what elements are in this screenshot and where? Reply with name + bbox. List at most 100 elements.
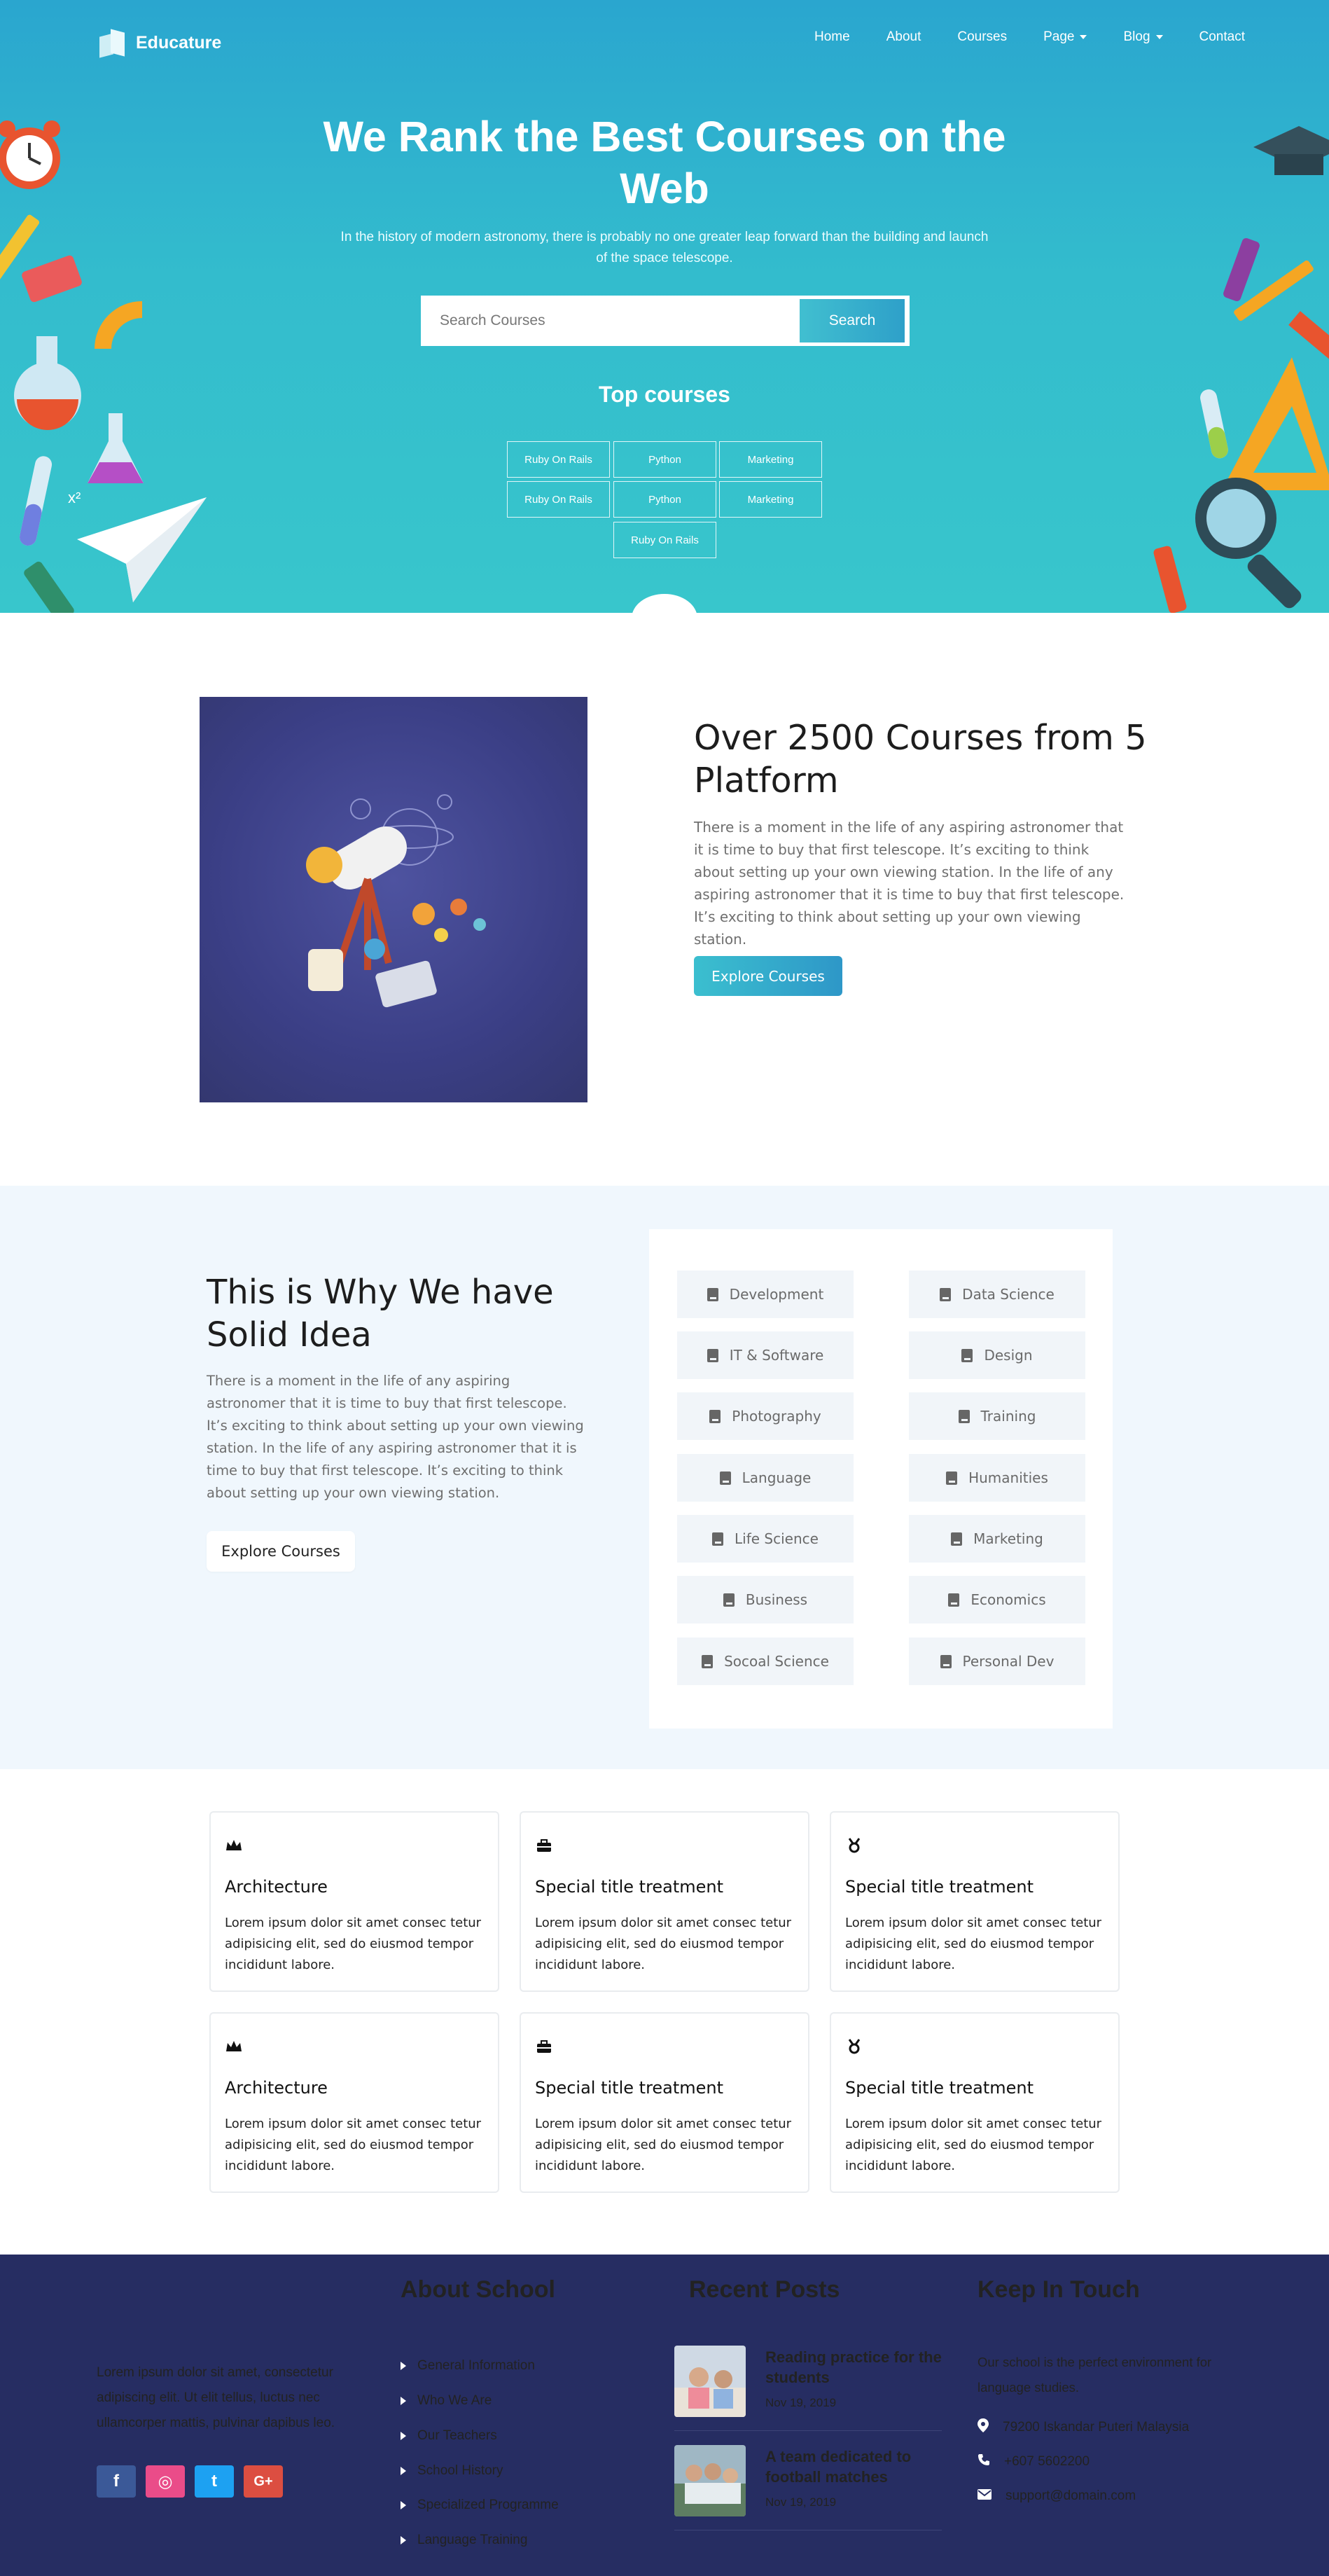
phone-icon: [977, 2453, 990, 2470]
footer-link-label: Our Teachers: [417, 2428, 497, 2443]
feature-card[interactable]: Special title treatment Lorem ipsum dolo…: [520, 1811, 809, 1992]
book-icon: [961, 1348, 973, 1362]
briefcase-icon: [535, 2039, 553, 2054]
book-icon: [723, 1593, 735, 1607]
category-item[interactable]: Life Science: [677, 1515, 854, 1563]
category-item[interactable]: Design: [909, 1331, 1085, 1379]
nav-about[interactable]: About: [886, 29, 921, 45]
book-icon: [702, 1654, 714, 1668]
feature-card[interactable]: Architecture Lorem ipsum dolor sit amet …: [209, 2012, 499, 2193]
course-chip[interactable]: Ruby On Rails: [507, 441, 610, 478]
feature-card[interactable]: Special title treatment Lorem ipsum dolo…: [520, 2012, 809, 2193]
explore-courses-button-secondary[interactable]: Explore Courses: [207, 1531, 355, 1572]
hero-title: We Rank the Best Courses on the Web: [323, 113, 1006, 212]
book-icon: [940, 1654, 952, 1668]
explore-courses-button[interactable]: Explore Courses: [694, 956, 842, 996]
feature-card[interactable]: Architecture Lorem ipsum dolor sit amet …: [209, 1811, 499, 1992]
address-text: 79200 Iskandar Puteri Malaysia: [1003, 2420, 1190, 2435]
nav-page-label: Page: [1043, 29, 1075, 44]
caret-right-icon: [401, 2467, 406, 2475]
twitter-icon[interactable]: t: [195, 2465, 234, 2498]
test-tube-icon: [11, 453, 59, 555]
contact-address: 79200 Iskandar Puteri Malaysia: [977, 2418, 1189, 2437]
alarm-clock-icon: [0, 119, 66, 192]
course-chip[interactable]: Ruby On Rails: [613, 522, 716, 558]
card-title: Special title treatment: [845, 1877, 1034, 1897]
category-item[interactable]: Marketing: [909, 1515, 1085, 1563]
category-item[interactable]: Development: [677, 1270, 854, 1318]
caret-right-icon: [401, 2536, 406, 2544]
briefcase-icon: [535, 1838, 553, 1853]
facebook-icon[interactable]: f: [97, 2465, 136, 2498]
course-chip[interactable]: Ruby On Rails: [507, 481, 610, 518]
course-chip[interactable]: Marketing: [719, 441, 822, 478]
crown-icon: [225, 2039, 243, 2054]
brand-name: Educature: [136, 32, 222, 53]
category-item[interactable]: Economics: [909, 1576, 1085, 1623]
contact-phone[interactable]: +607 5602200: [977, 2453, 1090, 2470]
course-chip[interactable]: Python: [613, 481, 716, 518]
medal-icon: [845, 2039, 863, 2054]
keep-in-touch-title: Keep In Touch: [977, 2276, 1140, 2303]
category-item[interactable]: Language: [677, 1454, 854, 1502]
platform-text: There is a moment in the life of any asp…: [694, 819, 1125, 948]
caret-down-icon: [1155, 35, 1163, 39]
nav-contact[interactable]: Contact: [1199, 29, 1245, 45]
feature-card[interactable]: Special title treatment Lorem ipsum dolo…: [830, 2012, 1120, 2193]
email-text: support@domain.com: [1006, 2488, 1136, 2503]
category-item[interactable]: IT & Software: [677, 1331, 854, 1379]
nav-courses[interactable]: Courses: [957, 29, 1007, 45]
footer-link[interactable]: Specialized Programme: [401, 2498, 559, 2513]
feature-card[interactable]: Special title treatment Lorem ipsum dolo…: [830, 1811, 1120, 1992]
course-chip[interactable]: Marketing: [719, 481, 822, 518]
book-icon: [707, 1287, 718, 1301]
hero-subtitle: In the history of modern astronomy, ther…: [340, 230, 989, 265]
category-item[interactable]: Socoal Science: [677, 1637, 854, 1685]
category-item[interactable]: Training: [909, 1392, 1085, 1440]
brand-logo[interactable]: Educature: [97, 28, 222, 58]
crown-icon: [225, 1838, 243, 1853]
nav-page-dropdown[interactable]: Page: [1043, 29, 1087, 45]
card-title: Architecture: [225, 1877, 328, 1897]
footer-link[interactable]: General Information: [401, 2358, 535, 2374]
caret-right-icon: [401, 2397, 406, 2405]
nav-blog-dropdown[interactable]: Blog: [1123, 29, 1163, 45]
footer-link-label: School History: [417, 2463, 503, 2478]
contact-description: Our school is the perfect environment fo…: [977, 2355, 1212, 2395]
nav-home[interactable]: Home: [814, 29, 850, 45]
recent-post[interactable]: Reading practice for the students Nov 19…: [674, 2346, 942, 2431]
about-school-title: About School: [401, 2276, 555, 2303]
google-plus-icon[interactable]: G+: [244, 2465, 283, 2498]
footer-link-label: Language Training: [417, 2533, 528, 2547]
contact-email[interactable]: support@domain.com: [977, 2488, 1136, 2504]
paper-plane-icon: [77, 497, 210, 602]
category-label: Economics: [970, 1591, 1046, 1608]
post-title: Reading practice for the students: [765, 2348, 942, 2386]
main-nav: Home About Courses Page Blog Contact: [778, 29, 1245, 45]
category-label: Training: [980, 1408, 1036, 1425]
category-label: Design: [984, 1347, 1033, 1364]
envelope-icon: [977, 2488, 991, 2504]
recent-post[interactable]: A team dedicated to football matches Nov…: [674, 2445, 942, 2530]
footer-link[interactable]: School History: [401, 2463, 503, 2479]
category-item[interactable]: Photography: [677, 1392, 854, 1440]
course-chip[interactable]: Python: [613, 441, 716, 478]
nav-blog-label: Blog: [1123, 29, 1150, 44]
category-item[interactable]: Personal Dev: [909, 1637, 1085, 1685]
search-input[interactable]: [423, 299, 800, 342]
footer-link[interactable]: Our Teachers: [401, 2428, 497, 2444]
search-button[interactable]: Search: [800, 299, 905, 342]
category-label: Socoal Science: [724, 1653, 829, 1670]
footer-about-text: Lorem ipsum dolor sit amet, consectetur …: [97, 2365, 335, 2430]
post-thumbnail: [674, 2445, 746, 2516]
card-text: Lorem ipsum dolor sit amet consec tetur …: [535, 2117, 792, 2173]
category-item[interactable]: Humanities: [909, 1454, 1085, 1502]
dribbble-icon[interactable]: ◎: [146, 2465, 185, 2498]
card-text: Lorem ipsum dolor sit amet consec tetur …: [845, 2117, 1102, 2173]
book-icon: [951, 1532, 963, 1546]
footer-link[interactable]: Language Training: [401, 2533, 527, 2548]
category-item[interactable]: Data Science: [909, 1270, 1085, 1318]
phone-text: +607 5602200: [1004, 2454, 1090, 2469]
category-item[interactable]: Business: [677, 1576, 854, 1623]
footer-link[interactable]: Who We Are: [401, 2393, 492, 2409]
